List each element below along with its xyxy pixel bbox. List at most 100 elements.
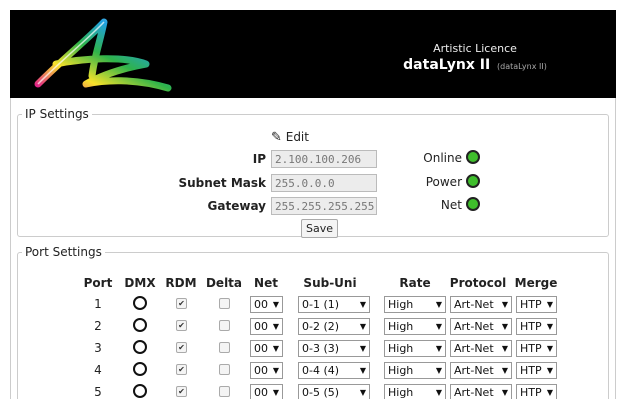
artistic-licence-logo [34, 18, 172, 92]
delta-checkbox[interactable] [219, 342, 230, 353]
column-header-merge: Merge [514, 276, 558, 290]
net-select[interactable]: 00 ▼ [250, 318, 283, 335]
edit-label: Edit [285, 130, 309, 144]
ip-field[interactable]: 2.100.100.206 [271, 150, 377, 168]
save-button[interactable]: Save [301, 219, 338, 238]
column-header-rate: Rate [399, 276, 431, 290]
protocol-select[interactable]: Art-Net ▼ [450, 296, 512, 313]
product-subtitle: (dataLynx II) [497, 62, 547, 71]
net-select[interactable]: 00 ▼ [250, 362, 283, 379]
net-select-value: 00 [254, 320, 268, 333]
sub-uni-select[interactable]: 0-5 (5) ▼ [298, 384, 370, 399]
dmx-status-icon [133, 384, 147, 398]
ip-settings-group: IP Settings [17, 107, 609, 237]
column-header-net: Net [254, 276, 278, 290]
delta-checkbox[interactable] [219, 386, 230, 397]
product-title: dataLynx II (dataLynx II) [403, 57, 547, 73]
rdm-checkbox[interactable]: ✔ [176, 342, 187, 353]
online-status-icon [466, 150, 480, 164]
chevron-down-icon: ▼ [359, 322, 366, 331]
delta-checkbox[interactable] [219, 364, 230, 375]
sub-uni-select-value: 0-1 (1) [302, 298, 340, 311]
sub-uni-select-value: 0-2 (2) [302, 320, 340, 333]
chevron-down-icon: ▼ [501, 388, 508, 397]
chevron-down-icon: ▼ [435, 366, 442, 375]
rate-select[interactable]: High ▼ [384, 384, 446, 399]
merge-select[interactable]: HTP ▼ [516, 362, 557, 379]
port-number: 1 [94, 297, 102, 311]
rate-select[interactable]: High ▼ [384, 362, 446, 379]
power-label: Power [425, 175, 462, 189]
rate-select-value: High [388, 364, 414, 377]
protocol-select-value: Art-Net [454, 364, 494, 377]
company-name: Artistic Licence [433, 42, 517, 55]
merge-select[interactable]: HTP ▼ [516, 318, 557, 335]
protocol-select-value: Art-Net [454, 320, 494, 333]
rdm-checkbox[interactable]: ✔ [176, 320, 187, 331]
protocol-select[interactable]: Art-Net ▼ [450, 384, 512, 399]
rate-select[interactable]: High ▼ [384, 296, 446, 313]
net-select-value: 00 [254, 298, 268, 311]
gateway-label: Gateway [207, 199, 266, 213]
subnet-mask-label: Subnet Mask [178, 176, 266, 190]
dmx-status-icon [133, 296, 147, 310]
port-number: 5 [94, 385, 102, 399]
net-select[interactable]: 00 ▼ [250, 340, 283, 357]
chevron-down-icon: ▼ [435, 344, 442, 353]
ip-label: IP [252, 152, 266, 166]
chevron-down-icon: ▼ [272, 300, 279, 309]
rdm-checkbox[interactable]: ✔ [176, 298, 187, 309]
rate-select[interactable]: High ▼ [384, 318, 446, 335]
net-status-icon [466, 197, 480, 211]
chevron-down-icon: ▼ [501, 366, 508, 375]
online-label: Online [423, 151, 462, 165]
chevron-down-icon: ▼ [501, 300, 508, 309]
dmx-status-icon [133, 318, 147, 332]
chevron-down-icon: ▼ [435, 300, 442, 309]
port-number: 4 [94, 363, 102, 377]
sub-uni-select-value: 0-5 (5) [302, 386, 340, 399]
rate-select-value: High [388, 320, 414, 333]
delta-checkbox[interactable] [219, 298, 230, 309]
rdm-checkbox[interactable]: ✔ [176, 364, 187, 375]
rate-select[interactable]: High ▼ [384, 340, 446, 357]
chevron-down-icon: ▼ [272, 366, 279, 375]
net-label: Net [440, 198, 462, 212]
net-select-value: 00 [254, 342, 268, 355]
sub-uni-select[interactable]: 0-4 (4) ▼ [298, 362, 370, 379]
chevron-down-icon: ▼ [272, 388, 279, 397]
merge-select[interactable]: HTP ▼ [516, 296, 557, 313]
gateway-field[interactable]: 255.255.255.255 [271, 197, 377, 215]
chevron-down-icon: ▼ [272, 322, 279, 331]
protocol-select[interactable]: Art-Net ▼ [450, 318, 512, 335]
chevron-down-icon: ▼ [272, 344, 279, 353]
protocol-select[interactable]: Art-Net ▼ [450, 362, 512, 379]
merge-select[interactable]: HTP ▼ [516, 340, 557, 357]
chevron-down-icon: ▼ [501, 322, 508, 331]
sub-uni-select[interactable]: 0-3 (3) ▼ [298, 340, 370, 357]
edit-link[interactable]: ✎ Edit [271, 130, 309, 145]
protocol-select-value: Art-Net [454, 298, 494, 311]
chevron-down-icon: ▼ [359, 300, 366, 309]
merge-select-value: HTP [520, 386, 542, 399]
column-header-subuni: Sub-Uni [303, 276, 357, 290]
chevron-down-icon: ▼ [546, 366, 553, 375]
net-select-value: 00 [254, 364, 268, 377]
port-number: 3 [94, 341, 102, 355]
protocol-select-value: Art-Net [454, 342, 494, 355]
delta-checkbox[interactable] [219, 320, 230, 331]
sub-uni-select[interactable]: 0-2 (2) ▼ [298, 318, 370, 335]
net-select[interactable]: 00 ▼ [250, 384, 283, 399]
merge-select-value: HTP [520, 298, 542, 311]
subnet-mask-field[interactable]: 255.0.0.0 [271, 174, 377, 192]
protocol-select[interactable]: Art-Net ▼ [450, 340, 512, 357]
chevron-down-icon: ▼ [359, 388, 366, 397]
rate-select-value: High [388, 386, 414, 399]
merge-select-value: HTP [520, 342, 542, 355]
port-number: 2 [94, 319, 102, 333]
sub-uni-select[interactable]: 0-1 (1) ▼ [298, 296, 370, 313]
merge-select[interactable]: HTP ▼ [516, 384, 557, 399]
chevron-down-icon: ▼ [546, 344, 553, 353]
net-select[interactable]: 00 ▼ [250, 296, 283, 313]
rdm-checkbox[interactable]: ✔ [176, 386, 187, 397]
